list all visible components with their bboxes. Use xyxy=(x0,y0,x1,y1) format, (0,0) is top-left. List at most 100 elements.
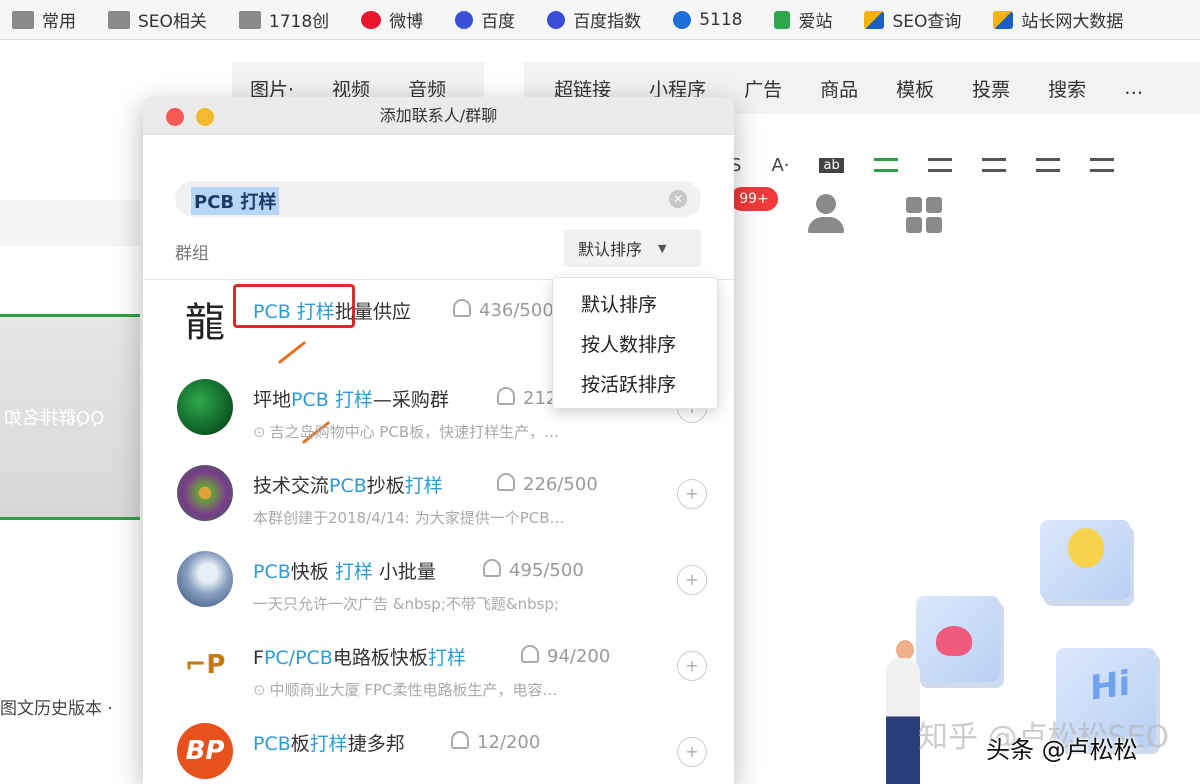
sort-dropdown-label: 默认排序 xyxy=(578,240,643,259)
align-center-icon[interactable] xyxy=(927,158,952,172)
group-result-row[interactable]: 技术交流PCB抄板打样 226/500 本群创建于2018/4/14: 为大家提… xyxy=(177,465,707,545)
group-avatar: BP xyxy=(177,723,233,779)
group-avatar xyxy=(177,465,233,521)
paragraph-icon[interactable] xyxy=(1089,158,1114,172)
minimize-window-button[interactable] xyxy=(196,108,214,126)
bookmark-item[interactable]: 爱站 xyxy=(774,7,832,32)
align-left-icon[interactable] xyxy=(873,158,898,172)
member-count: 94/200 xyxy=(521,645,610,667)
line-spacing-icon[interactable] xyxy=(1035,158,1060,172)
add-group-button[interactable]: + xyxy=(677,651,707,681)
group-name-part: 打样 xyxy=(404,475,443,497)
group-name-part: 捷多邦 xyxy=(347,733,405,755)
sort-dropdown[interactable]: 默认排序 ▼ xyxy=(564,229,701,267)
group-name-part: 抄板 xyxy=(366,475,405,497)
history-versions-link[interactable]: 图文历史版本 · xyxy=(0,694,113,719)
left-preview-panel: QQ群排名如 xyxy=(0,314,140,520)
bookmark-item[interactable]: SEO查询 xyxy=(864,7,961,32)
bookmarks-bar: 常用 SEO相关 1718创 微博 百度 百度指数 5118 爱站 SEO查询 … xyxy=(0,0,1200,40)
toolbar-vote[interactable]: 投票 xyxy=(972,75,1010,102)
add-group-button[interactable]: + xyxy=(677,565,707,595)
member-count: 12/200 xyxy=(451,731,540,753)
toolbar-ad[interactable]: 广告 xyxy=(744,75,782,102)
group-result-row[interactable]: BP PCB板打样捷多邦 12/200 + xyxy=(177,723,707,784)
sort-dropdown-menu: 默认排序 按人数排序 按活跃排序 xyxy=(552,277,718,409)
group-name-part: PCB xyxy=(253,733,291,755)
group-name-part: 坪地 xyxy=(253,389,292,411)
group-name-part: 打样 xyxy=(427,647,466,669)
clear-search-icon[interactable]: ✕ xyxy=(669,190,687,208)
sort-option-by-activity[interactable]: 按活跃排序 xyxy=(553,368,717,408)
group-name-part: 打样 xyxy=(334,561,373,583)
member-count: 226/500 xyxy=(497,473,598,495)
bookmark-item[interactable]: 1718创 xyxy=(238,7,330,32)
dialog-title: 添加联系人/群聊 xyxy=(379,106,498,125)
bookmark-label: 百度指数 xyxy=(573,12,642,32)
toolbar-template[interactable]: 模板 xyxy=(896,75,934,102)
group-description: 一天只允许一次广告 &nbsp;不带飞题&nbsp; xyxy=(253,595,559,613)
search-query-text: PCB 打样 xyxy=(191,187,280,215)
bookmark-label: SEO查询 xyxy=(892,12,962,32)
folder-icon xyxy=(108,10,130,29)
group-name: PCB 打样批量供应 xyxy=(253,297,411,324)
align-right-icon[interactable] xyxy=(981,158,1006,172)
baidu-icon xyxy=(455,10,474,29)
group-name-part: PCB xyxy=(253,561,291,583)
smiley-icon xyxy=(1068,528,1104,568)
search-input[interactable]: PCB 打样 ✕ xyxy=(175,181,701,217)
add-contact-dialog: 添加联系人/群聊 PCB 打样 ✕ 群组 默认排序 ▼ 龍 PCB 打样批量供应… xyxy=(143,97,734,784)
left-panel-text: QQ群排名如 xyxy=(3,408,104,429)
bookmark-label: 百度 xyxy=(481,12,516,32)
member-count: 495/500 xyxy=(483,559,584,581)
5118-icon xyxy=(673,10,692,29)
toolbar-product[interactable]: 商品 xyxy=(820,75,858,102)
toolbar-search[interactable]: 搜索 xyxy=(1048,75,1086,102)
folder-icon xyxy=(12,10,34,29)
bookmark-label: 常用 xyxy=(42,12,76,32)
seo-icon xyxy=(993,10,1014,29)
person-figure xyxy=(896,640,914,660)
group-avatar xyxy=(177,379,233,435)
user-icon[interactable] xyxy=(808,194,844,234)
folder-icon xyxy=(238,10,261,29)
group-name: PCB板打样捷多邦 xyxy=(253,729,405,756)
sort-option-by-members[interactable]: 按人数排序 xyxy=(553,328,717,368)
bookmark-item[interactable]: 微博 xyxy=(361,7,423,32)
group-name-part: PCB 打样 xyxy=(253,301,335,323)
group-avatar: 龍 xyxy=(177,291,233,347)
bookmark-item[interactable]: 常用 xyxy=(12,7,76,32)
bookmark-label: 微博 xyxy=(389,12,424,32)
dialog-titlebar: 添加联系人/群聊 xyxy=(143,97,734,135)
group-name-part: PCB xyxy=(295,647,333,669)
group-name: PCB快板 打样 小批量 xyxy=(253,557,436,584)
group-result-row[interactable]: ⌐P FPC/PCB电路板快板打样 94/200 中顺商业大厦 FPC柔性电路板… xyxy=(177,637,707,717)
hi-bubble-text: Hi xyxy=(1090,663,1131,709)
bookmark-item[interactable]: 5118 xyxy=(673,10,742,30)
left-strip xyxy=(0,200,140,246)
bookmark-label: 站长网大数据 xyxy=(1021,12,1124,32)
bookmark-item[interactable]: 百度 xyxy=(455,7,515,32)
bookmark-label: 1718创 xyxy=(268,12,330,32)
aizhan-icon xyxy=(774,10,791,29)
group-result-row[interactable]: PCB快板 打样 小批量 495/500 一天只允许一次广告 &nbsp;不带飞… xyxy=(177,551,707,631)
bookmark-item[interactable]: 百度指数 xyxy=(547,7,641,32)
member-count: 212 xyxy=(497,387,557,409)
sort-option-default[interactable]: 默认排序 xyxy=(553,288,717,328)
apps-grid-icon[interactable] xyxy=(906,197,942,233)
bookmark-item[interactable]: SEO相关 xyxy=(108,7,207,32)
toolbar-more[interactable]: … xyxy=(1124,77,1143,99)
group-avatar: ⌐P xyxy=(177,637,233,693)
close-window-button[interactable] xyxy=(166,108,184,126)
heart-icon xyxy=(936,626,972,656)
group-location: 中顺商业大厦 FPC柔性电路板生产，电容… xyxy=(253,679,558,700)
group-name-part: —采购群 xyxy=(372,389,449,411)
chevron-down-icon: ▼ xyxy=(658,241,667,255)
group-name-part: 快板 xyxy=(290,561,335,583)
add-group-button[interactable]: + xyxy=(677,479,707,509)
font-color-button[interactable]: A· xyxy=(771,155,789,176)
baidu-icon xyxy=(547,10,566,29)
highlight-button[interactable]: ab xyxy=(819,157,844,173)
group-name: 技术交流PCB抄板打样 xyxy=(253,471,443,498)
bookmark-item[interactable]: 站长网大数据 xyxy=(993,7,1123,32)
add-group-button[interactable]: + xyxy=(677,737,707,767)
